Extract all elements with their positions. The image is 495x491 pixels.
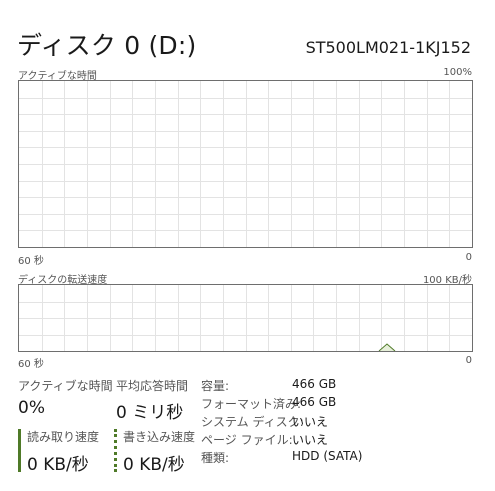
transfer-graph — [18, 284, 473, 352]
response-time-value: 0 ミリ秒 — [116, 403, 184, 423]
write-speed-label: 書き込み速度 — [123, 430, 196, 444]
type-value: HDD (SATA) — [292, 449, 363, 463]
type-label: 種類: — [201, 451, 230, 465]
page-file-value: いいえ — [292, 433, 329, 447]
active-time-graph — [18, 80, 473, 248]
transfer-grid — [19, 285, 472, 351]
active-time-label: アクティブな時間 — [18, 379, 113, 393]
active-time-graph-time: 60 秒 — [18, 256, 44, 267]
disk-model: ST500LM021-1KJ152 — [305, 38, 471, 57]
read-speed-indicator — [18, 429, 21, 472]
write-speed-value: 0 KB/秒 — [123, 455, 185, 475]
formatted-label: フォーマット済み: — [201, 397, 302, 411]
read-speed-label: 読み取り速度 — [27, 430, 100, 444]
active-time-graph-max: 100% — [443, 67, 472, 78]
system-disk-label: システム ディスク: — [201, 415, 304, 429]
system-disk-value: いいえ — [292, 415, 329, 429]
active-time-grid — [19, 81, 472, 247]
capacity-value: 466 GB — [292, 377, 337, 391]
transfer-graph-min: 0 — [465, 355, 472, 366]
capacity-label: 容量: — [201, 379, 230, 393]
page-file-label: ページ ファイル: — [201, 433, 293, 447]
response-time-label: 平均応答時間 — [116, 379, 189, 393]
write-speed-indicator — [114, 429, 117, 472]
active-time-value: 0% — [18, 398, 45, 418]
disk-title: ディスク 0 (D:) — [17, 31, 197, 60]
transfer-graph-time: 60 秒 — [18, 359, 44, 370]
active-time-graph-min: 0 — [465, 252, 472, 263]
formatted-value: 466 GB — [292, 395, 337, 409]
read-speed-value: 0 KB/秒 — [27, 455, 89, 475]
